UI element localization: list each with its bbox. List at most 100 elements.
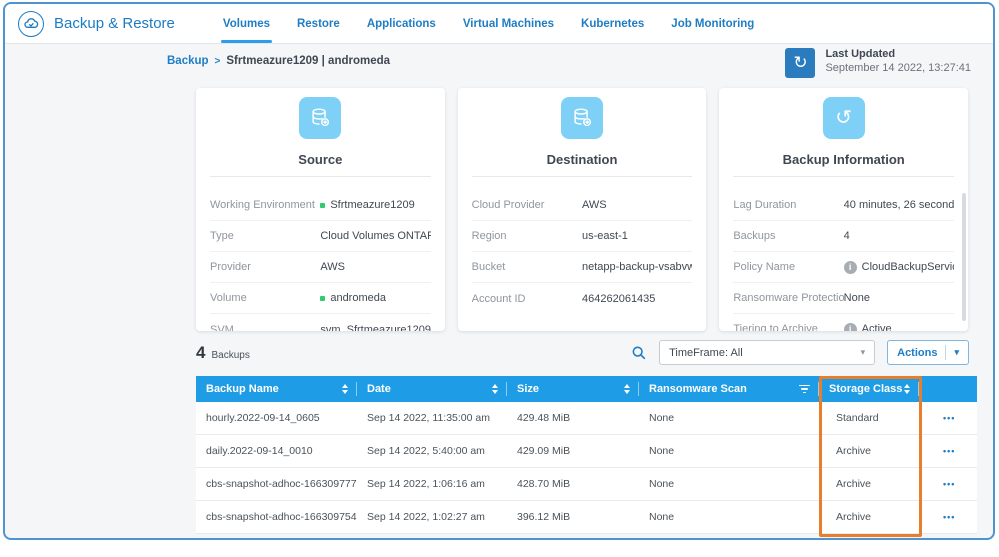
info-icon: i [844,261,857,274]
lag-duration-value: 40 minutes, 26 seconds... [844,199,954,211]
backups-list-header: 4 Backups TimeFrame: All ▾ Actions ▾ [196,340,977,365]
cell-backup-name: cbs-snapshot-adhoc-1663097776861 [196,478,357,490]
ransomware-protection-value: None [844,292,870,304]
row-more-menu-button[interactable]: ••• [929,446,955,456]
timeframe-value: TimeFrame: All [669,347,743,359]
backup-information-card: ↺ Backup Information Lag Duration 40 min… [719,88,968,331]
brand: Backup & Restore [5,11,175,37]
tab-job-monitoring[interactable]: Job Monitoring [671,4,754,43]
breadcrumb-chevron-icon: > [215,56,221,67]
row-label: Region [472,230,582,242]
restore-arrow-icon: ↺ [823,97,865,139]
sort-icon[interactable] [904,384,910,394]
row-label: Bucket [472,261,582,273]
row-value: i Active [844,323,892,332]
row-more-menu-button[interactable]: ••• [929,512,955,522]
tab-kubernetes[interactable]: Kubernetes [581,4,644,43]
card-row: Volume andromeda [210,283,431,314]
sort-icon[interactable] [342,384,348,394]
cell-storage-class: Standard [819,412,919,424]
breadcrumb-backup-link[interactable]: Backup [167,55,209,67]
account-id-value: 464262061435 [582,293,655,305]
row-label: Volume [210,292,320,304]
card-row: SVM svm_Sfrtmeazure1209 [210,314,431,331]
destination-card-title: Destination [472,152,693,177]
bucket-value: netapp-backup-vsabvw... [582,261,692,273]
status-green-dot-icon [320,296,325,301]
cell-size: 429.09 MiB [507,445,639,457]
cell-size: 428.70 MiB [507,478,639,490]
cell-size: 396.12 MiB [507,511,639,523]
app-title: Backup & Restore [54,15,175,32]
last-updated-text: Last Updated September 14 2022, 13:27:41 [825,48,971,74]
backups-count: 4 [196,343,205,363]
database-arrow-icon [561,97,603,139]
working-environment-value: Sfrtmeazure1209 [330,199,414,211]
ellipsis-icon: ••• [943,413,955,423]
row-value: andromeda [320,292,386,304]
top-bar: Backup & Restore Volumes Restore Applica… [5,4,993,44]
timeframe-select[interactable]: TimeFrame: All ▾ [659,340,875,365]
cell-ransomware-scan: None [639,478,819,490]
cell-ransomware-scan: None [639,511,819,523]
table-row[interactable]: daily.2022-09-14_0010 Sep 14 2022, 5:40:… [196,435,977,468]
column-label: Storage Class [829,383,902,395]
card-row: Bucket netapp-backup-vsabvw... [472,252,693,283]
cell-storage-class: Archive [819,511,919,523]
breadcrumb-current: Sfrtmeazure1209 | andromeda [226,55,390,67]
card-row: Backups 4 [733,221,954,252]
card-row: Region us-east-1 [472,221,693,252]
row-label: Cloud Provider [472,199,582,211]
type-value: Cloud Volumes ONTAP [320,230,430,242]
table-row[interactable]: hourly.2022-09-14_0605 Sep 14 2022, 11:3… [196,402,977,435]
sort-icon[interactable] [492,384,498,394]
column-header-size[interactable]: Size [507,376,639,402]
cell-ransomware-scan: None [639,412,819,424]
ellipsis-icon: ••• [943,479,955,489]
ellipsis-icon: ••• [943,512,955,522]
cell-size: 429.48 MiB [507,412,639,424]
chevron-down-icon: ▾ [954,347,959,358]
status-green-dot-icon [320,203,325,208]
column-header-backup-name[interactable]: Backup Name [196,376,357,402]
column-header-storage-class[interactable]: Storage Class [819,376,919,402]
column-label: Backup Name [206,383,279,395]
card-scrollbar[interactable] [962,193,966,321]
table-row[interactable]: cbs-snapshot-adhoc-1663097547296 Sep 14 … [196,501,977,534]
table-row[interactable]: cbs-snapshot-adhoc-1663097776861 Sep 14 … [196,468,977,501]
cell-date: Sep 14 2022, 1:06:16 am [357,478,507,490]
source-card: Source Working Environment Sfrtmeazure12… [196,88,445,331]
volume-value: andromeda [330,292,386,304]
actions-button[interactable]: Actions ▾ [887,340,969,365]
card-row: Ransomware Protection None [733,283,954,314]
search-button[interactable] [631,345,647,361]
sort-icon[interactable] [624,384,630,394]
cell-backup-name: hourly.2022-09-14_0605 [196,412,357,424]
breadcrumb: Backup > Sfrtmeazure1209 | andromeda [167,55,390,67]
tab-virtual-machines[interactable]: Virtual Machines [463,4,554,43]
policy-name-value: CloudBackupService... [862,261,954,273]
refresh-button[interactable]: ↻ [785,48,815,78]
card-row: Account ID 464262061435 [472,283,693,314]
info-icon: i [844,323,857,332]
row-value: Sfrtmeazure1209 [320,199,414,211]
ellipsis-icon: ••• [943,446,955,456]
card-row: Type Cloud Volumes ONTAP [210,221,431,252]
row-label: SVM [210,324,320,332]
tab-restore[interactable]: Restore [297,4,340,43]
last-updated-label: Last Updated [825,48,971,60]
app-window: Backup & Restore Volumes Restore Applica… [3,2,995,540]
row-more-menu-button[interactable]: ••• [929,479,955,489]
row-more-menu-button[interactable]: ••• [929,413,955,423]
row-label: Account ID [472,293,582,305]
restore-glyph: ↺ [835,108,852,128]
column-header-date[interactable]: Date [357,376,507,402]
tab-applications[interactable]: Applications [367,4,436,43]
cloud-logo-icon [18,11,44,37]
tab-volumes[interactable]: Volumes [223,4,270,43]
filter-icon[interactable] [799,385,810,394]
column-header-ransomware-scan[interactable]: Ransomware Scan [639,376,819,402]
cloud-provider-value: AWS [582,199,607,211]
source-card-title: Source [210,152,431,177]
refresh-icon: ↻ [793,53,807,72]
